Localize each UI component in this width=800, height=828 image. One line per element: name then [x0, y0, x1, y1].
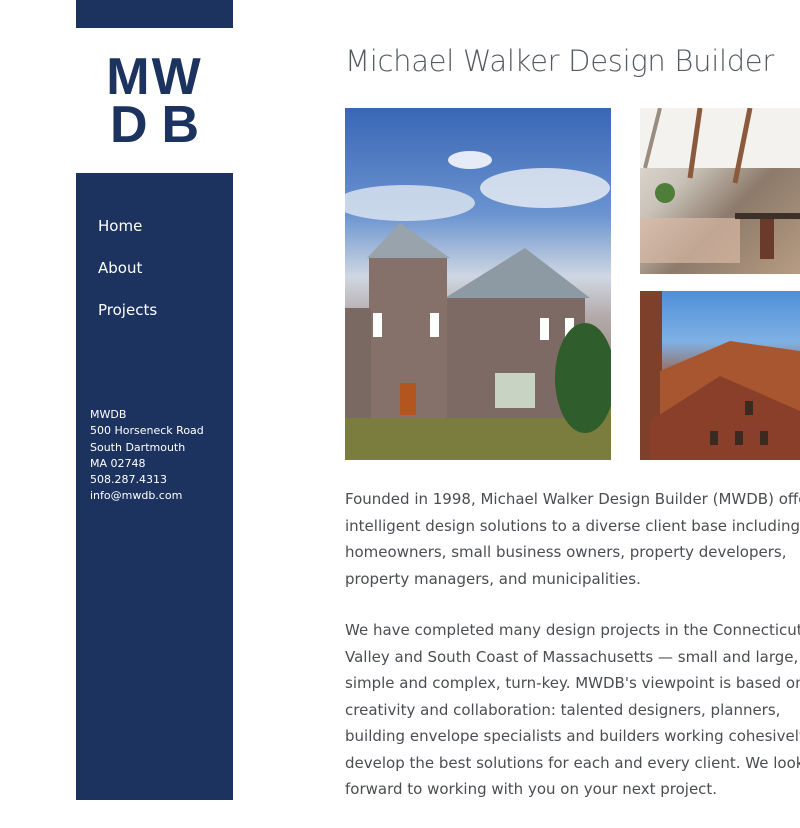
sidebar: MW DB Home About Projects MWDB 500 Horse…	[76, 0, 233, 800]
logo[interactable]: MW DB	[76, 28, 233, 173]
nav-about-link[interactable]: About	[98, 256, 157, 298]
contact-town: South Dartmouth	[90, 440, 186, 454]
building-illustration	[640, 291, 800, 460]
nav-home-link[interactable]: Home	[98, 214, 157, 256]
interior-illustration	[640, 108, 800, 263]
intro-paragraph-1: Founded in 1998, Michael Walker Design B…	[345, 490, 800, 588]
page-title: Michael Walker Design Builder	[345, 44, 774, 78]
photo-interior[interactable]	[640, 108, 800, 274]
contact-street: 500 Horseneck Road	[90, 424, 204, 438]
intro-text: Founded in 1998, Michael Walker Design B…	[345, 486, 800, 828]
nav-projects-link[interactable]: Projects	[98, 298, 157, 340]
photo-brick-building[interactable]	[640, 291, 800, 460]
contact-name: MWDB	[90, 408, 127, 421]
photo-house-exterior[interactable]	[345, 108, 611, 460]
contact-phone[interactable]: 508.287.4313	[90, 472, 204, 488]
house-illustration	[345, 151, 611, 460]
main-nav: Home About Projects	[98, 214, 157, 340]
contact-email[interactable]: info@mwdb.com	[90, 488, 204, 504]
contact-state-zip: MA 02748	[90, 456, 146, 470]
intro-paragraph-2: We have completed many design projects i…	[345, 621, 800, 798]
contact-info: MWDB 500 Horseneck Road South Dartmouth …	[90, 407, 204, 505]
logo-line-1: MW	[106, 47, 203, 106]
logo-line-2: DB	[109, 95, 214, 154]
